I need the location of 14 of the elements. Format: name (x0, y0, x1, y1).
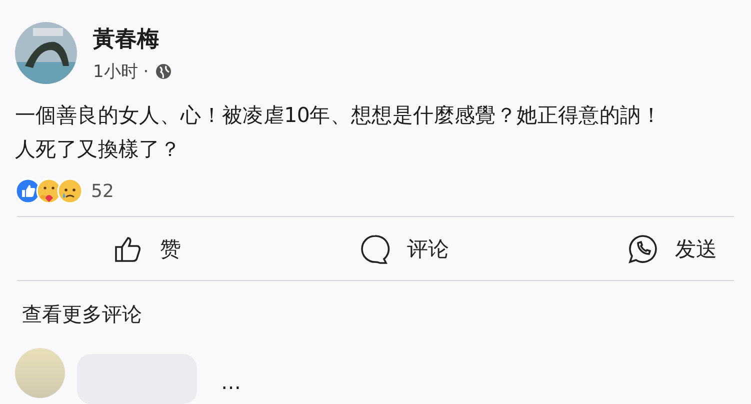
more-options[interactable]: … (221, 370, 241, 394)
post-text: 人死了又換樣了？ (15, 136, 182, 163)
like-button[interactable]: 赞 (112, 232, 181, 264)
comment-button[interactable]: 评论 (359, 232, 449, 264)
phone-bubble-icon (627, 232, 659, 264)
more-comments-link[interactable]: 查看更多评论 (22, 301, 734, 328)
sad-reaction-icon (57, 178, 83, 204)
globe-icon (154, 62, 172, 80)
author-name[interactable]: 黃春梅 (93, 24, 172, 54)
send-button[interactable]: 发送 (627, 232, 717, 264)
speech-bubble-icon (359, 232, 391, 264)
post-time: 1小时 · (93, 60, 149, 82)
post-text: 一個善良的女人、心！被凌虐10年、想想是什麼感覺？她正得意的訥！ (15, 102, 662, 129)
reaction-count[interactable]: 52 (91, 180, 114, 202)
